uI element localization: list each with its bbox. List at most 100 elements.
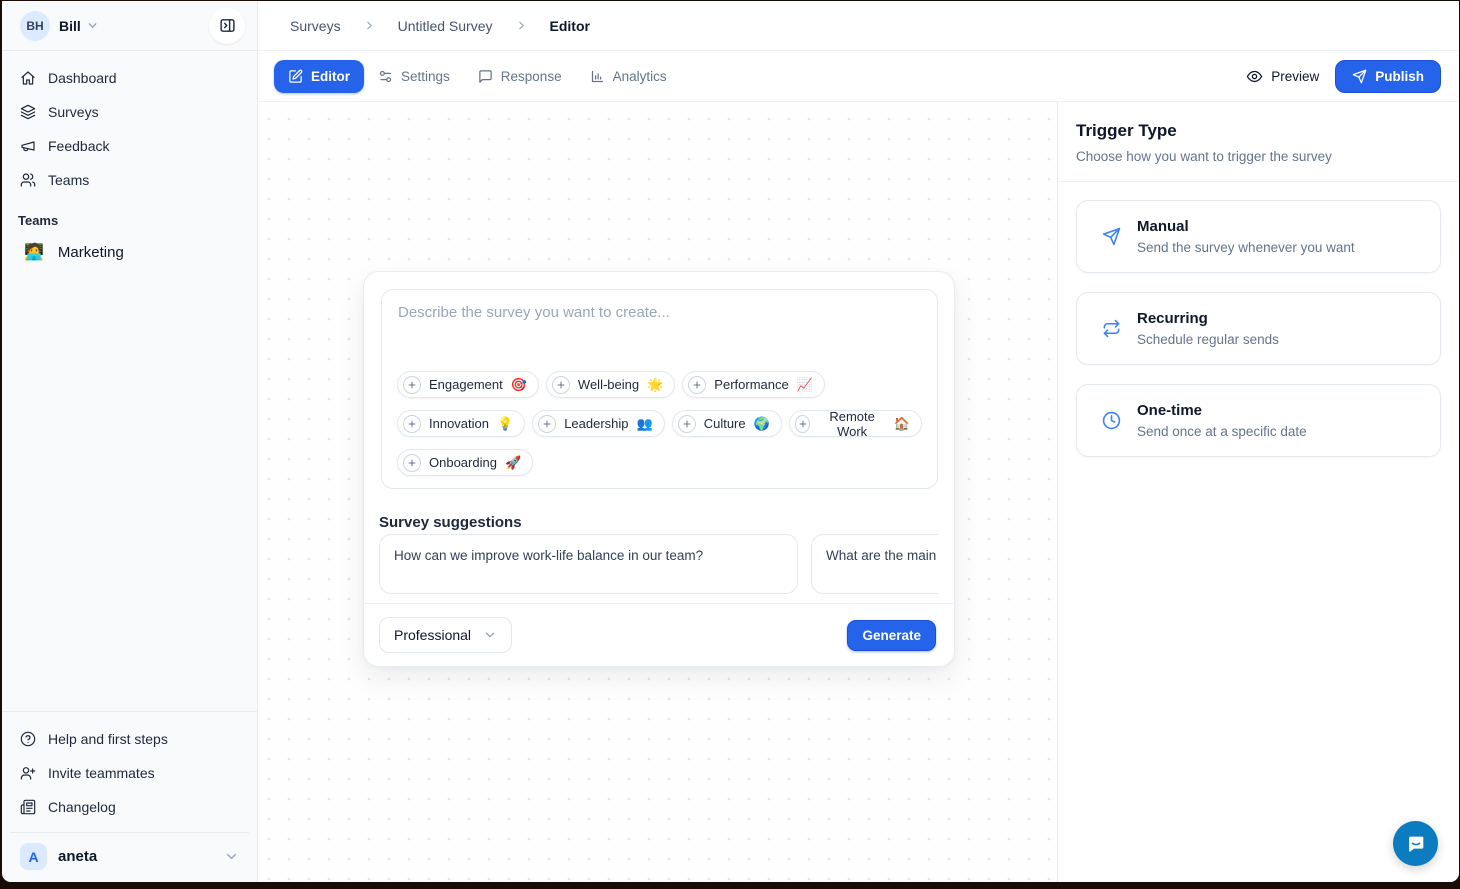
sidebar-item-label: Dashboard [48,70,117,86]
chat-launcher-button[interactable] [1393,821,1438,866]
sidebar-item-changelog[interactable]: Changelog [10,790,249,824]
sidebar: BH Bill Dashboard Surv [2,1,258,882]
plus-icon [538,415,556,433]
topic-chip-performance[interactable]: Performance 📈 [682,371,825,398]
globe-emoji-icon: 🌍 [754,416,770,432]
sidebar-item-invite[interactable]: Invite teammates [10,756,249,790]
panel-right-icon [219,17,236,34]
chevron-down-icon [224,849,239,864]
workspace-avatar[interactable]: BH [20,11,50,41]
workspace-name[interactable]: Bill [59,18,81,34]
breadcrumb-untitled-survey[interactable]: Untitled Survey [398,18,493,34]
plus-icon [552,376,570,394]
chip-row: Engagement 🎯 Well-being 🌟 [397,371,922,398]
topic-chip-culture[interactable]: Culture 🌍 [672,410,782,437]
suggestion-card[interactable]: How can we improve work-life balance in … [379,534,798,594]
trigger-option-text: One-time Send once at a specific date [1137,402,1307,439]
trigger-option-text: Recurring Schedule regular sends [1137,310,1279,347]
topic-chip-leadership[interactable]: Leadership 👥 [532,410,665,437]
tab-editor[interactable]: Editor [274,60,364,93]
trigger-option-recurring[interactable]: Recurring Schedule regular sends [1076,292,1441,365]
trigger-option-description: Send the survey whenever you want [1137,240,1355,255]
account-menu[interactable]: A aneta [10,832,249,882]
trigger-option-one-time[interactable]: One-time Send once at a specific date [1076,384,1441,457]
bulb-emoji-icon: 💡 [497,416,513,432]
topic-chips: Engagement 🎯 Well-being 🌟 [382,371,937,488]
suggestions-title: Survey suggestions [379,514,522,531]
send-icon [1352,69,1367,84]
circle-help-icon [20,731,36,747]
app-window: BH Bill Dashboard Surv [2,1,1459,882]
panel-title: Trigger Type [1076,121,1441,141]
layers-icon [20,104,36,120]
collapse-sidebar-button[interactable] [209,8,245,44]
chip-label: Onboarding [429,455,497,470]
sidebar-item-teams[interactable]: Teams [10,163,249,197]
sidebar-item-label: Teams [48,172,89,188]
chevron-down-icon [86,19,99,32]
trigger-option-text: Manual Send the survey whenever you want [1137,218,1355,255]
workspace-header: BH Bill [2,1,257,51]
trigger-option-description: Send once at a specific date [1137,424,1307,439]
toolbar: Editor Settings Response Analytics [258,51,1459,102]
sidebar-item-surveys[interactable]: Surveys [10,95,249,129]
trigger-option-title: Recurring [1137,310,1279,327]
chip-label: Remote Work [818,409,885,439]
breadcrumb: Surveys Untitled Survey Editor [258,1,1459,51]
topic-chip-onboarding[interactable]: Onboarding 🚀 [397,449,533,476]
send-icon [1102,227,1121,246]
suggestion-card[interactable]: What are the main ob [811,534,938,594]
tab-analytics[interactable]: Analytics [576,60,681,93]
repeat-icon [1102,319,1121,338]
preview-button[interactable]: Preview [1246,68,1319,85]
trigger-option-manual[interactable]: Manual Send the survey whenever you want [1076,200,1441,273]
square-pen-icon [288,69,303,84]
editor-canvas[interactable]: Engagement 🎯 Well-being 🌟 [258,102,1057,882]
technologist-emoji-icon: 🧑‍💻 [24,242,44,262]
topic-chip-innovation[interactable]: Innovation 💡 [397,410,525,437]
sidebar-item-label: Help and first steps [48,731,168,747]
chevron-down-icon [483,628,497,642]
chevron-right-icon [515,19,528,32]
chip-label: Leadership [564,416,628,431]
home-icon [20,70,36,86]
chip-label: Performance [714,377,788,392]
chip-label: Culture [704,416,746,431]
sidebar-item-dashboard[interactable]: Dashboard [10,61,249,95]
suggestion-text: What are the main ob [826,548,938,563]
chip-label: Well-being [578,377,639,392]
sidebar-item-label: Changelog [48,799,116,815]
tone-select[interactable]: Professional [379,617,512,653]
tab-settings[interactable]: Settings [364,60,464,93]
chip-row: Innovation 💡 Leadership 👥 [397,410,922,437]
sidebar-item-label: Surveys [48,104,99,120]
composer-footer: Professional Generate [364,603,954,666]
chat-bubble-icon [1405,833,1427,855]
trigger-panel-header: Trigger Type Choose how you want to trig… [1058,102,1459,182]
chip-row: Onboarding 🚀 [397,449,922,476]
plus-icon [403,376,421,394]
newspaper-icon [20,799,36,815]
rocket-emoji-icon: 🚀 [505,455,521,471]
chevron-right-icon [363,19,376,32]
star-emoji-icon: 🌟 [647,377,663,393]
topic-chip-well-being[interactable]: Well-being 🌟 [546,371,675,398]
suggestions-row: How can we improve work-life balance in … [379,534,938,594]
topic-chip-engagement[interactable]: Engagement 🎯 [397,371,539,398]
sidebar-item-help[interactable]: Help and first steps [10,722,249,756]
busts-emoji-icon: 👥 [637,416,653,432]
account-name: aneta [58,848,97,865]
prompt-box: Engagement 🎯 Well-being 🌟 [381,289,938,489]
sidebar-item-marketing[interactable]: 🧑‍💻 Marketing [10,234,249,270]
survey-description-input[interactable] [382,290,937,356]
trigger-option-description: Schedule regular sends [1137,332,1279,347]
sidebar-item-feedback[interactable]: Feedback [10,129,249,163]
generate-button[interactable]: Generate [847,620,936,651]
message-square-icon [478,69,493,84]
breadcrumb-surveys[interactable]: Surveys [290,18,341,34]
preview-label: Preview [1271,69,1319,84]
content: Engagement 🎯 Well-being 🌟 [258,102,1459,882]
topic-chip-remote-work[interactable]: Remote Work 🏠 [789,410,922,437]
publish-button[interactable]: Publish [1335,60,1441,93]
tab-response[interactable]: Response [464,60,576,93]
